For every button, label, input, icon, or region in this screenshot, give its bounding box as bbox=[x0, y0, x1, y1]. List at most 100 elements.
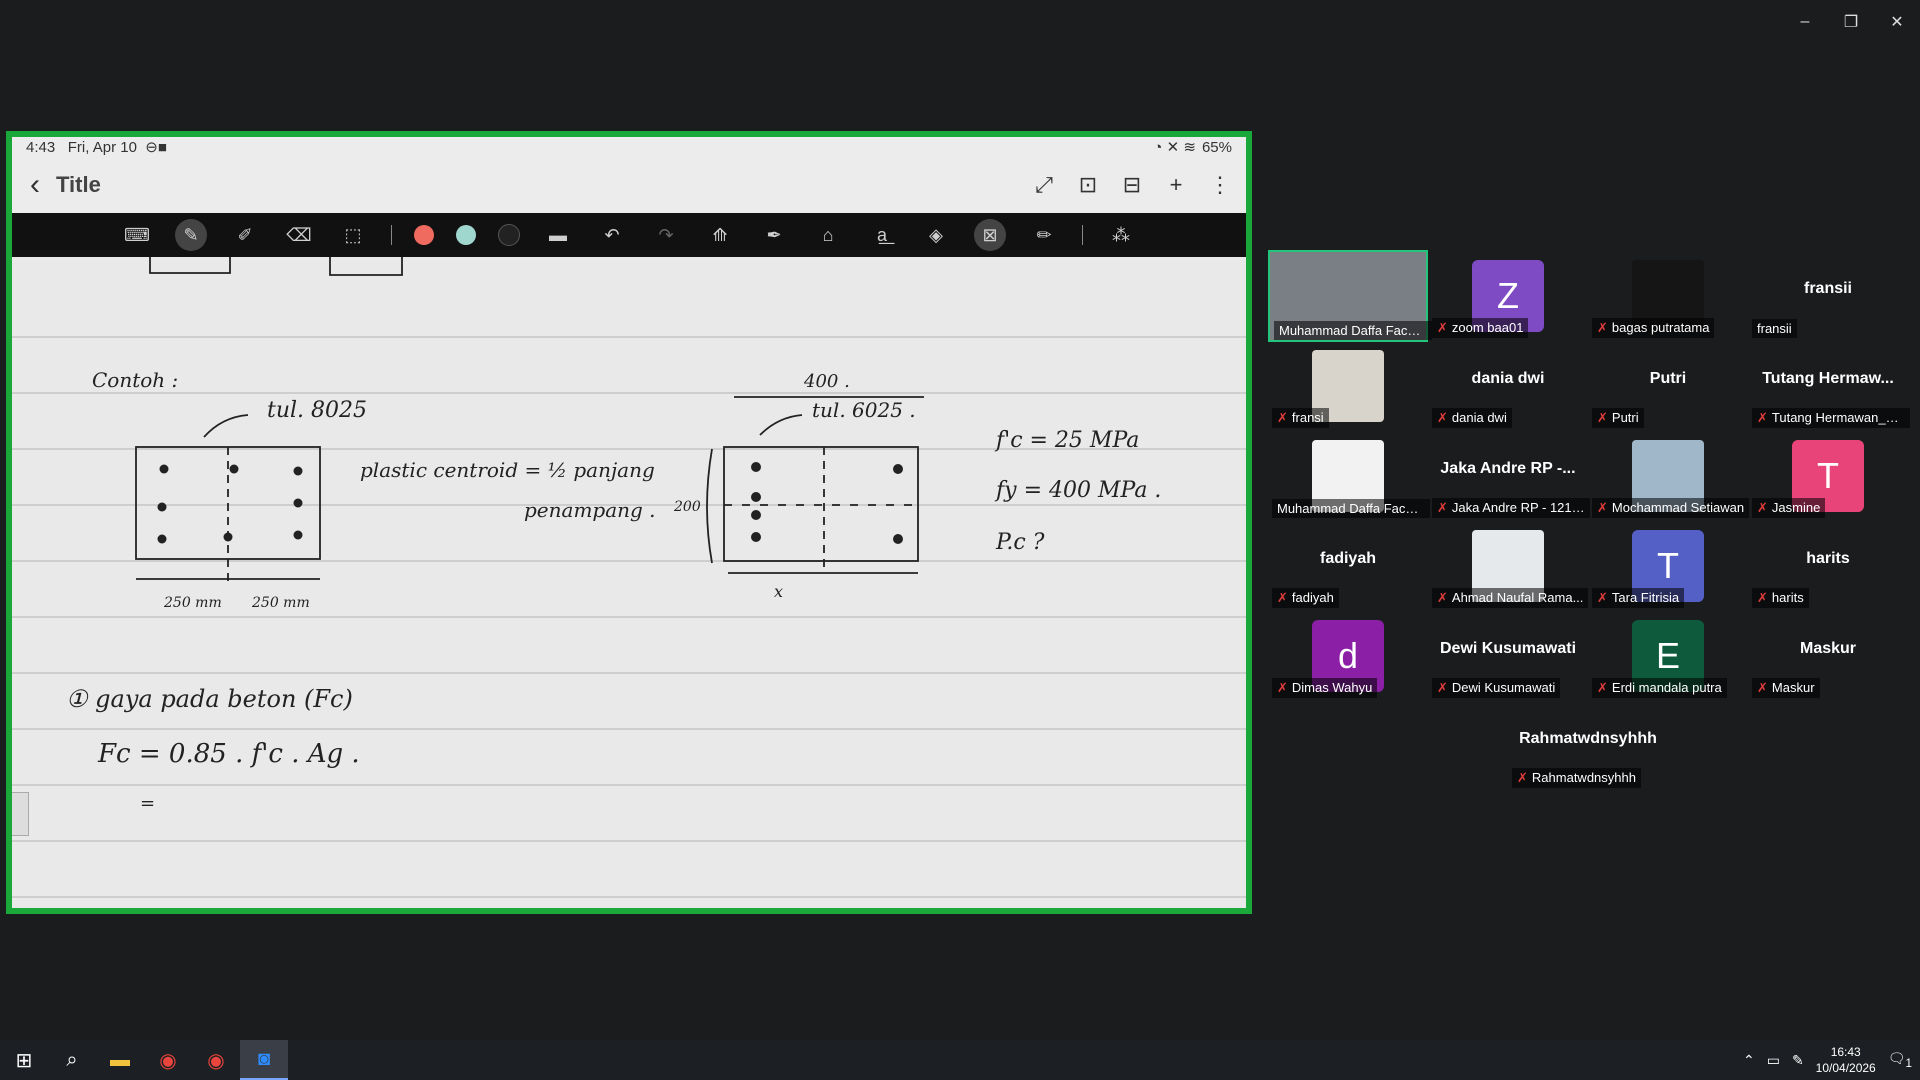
mic-muted-icon: ✗ bbox=[1597, 590, 1608, 605]
participant-tile[interactable]: Maskur ✗ Maskur bbox=[1748, 610, 1908, 698]
rebar-dot bbox=[157, 534, 167, 544]
expand-icon[interactable]: ⤢ bbox=[1032, 172, 1056, 198]
participant-tile[interactable]: T ✗ Tara Fitrisia bbox=[1588, 520, 1748, 608]
mic-muted-icon: ✗ bbox=[1597, 500, 1608, 515]
participant-tile[interactable]: dania dwi ✗ dania dwi bbox=[1428, 340, 1588, 428]
participant-name: Jaka Andre RP - 1212... bbox=[1451, 500, 1590, 515]
note-title[interactable]: Title bbox=[56, 172, 101, 198]
arrow bbox=[759, 414, 803, 436]
eraser-icon[interactable]: ⌫ bbox=[283, 219, 315, 251]
pen-icon[interactable]: ✎ bbox=[1792, 1052, 1804, 1069]
chrome-icon[interactable]: ◉ bbox=[144, 1040, 192, 1080]
participant-tile[interactable]: fadiyah ✗ fadiyah bbox=[1268, 520, 1428, 608]
note-equals: = bbox=[140, 793, 155, 814]
highlighter-icon[interactable]: ✐ bbox=[229, 219, 261, 251]
apps-icon[interactable]: ⁂ bbox=[1105, 219, 1137, 251]
clock[interactable]: 16:43 10/04/2026 bbox=[1816, 1044, 1876, 1076]
search-icon[interactable]: ⌕ bbox=[48, 1040, 96, 1080]
pen-color-black[interactable] bbox=[498, 224, 520, 246]
restore-button[interactable]: ❐ bbox=[1828, 8, 1874, 36]
chevron-up-icon[interactable]: ⌃ bbox=[1743, 1052, 1755, 1069]
note-titlebar: ‹ Title ⤢ ⊡ ⊟ + ⋮ bbox=[12, 157, 1246, 213]
participant-tile[interactable]: T ✗ Jasmine bbox=[1748, 430, 1908, 518]
participant-tile[interactable]: E ✗ Erdi mandala putra bbox=[1588, 610, 1748, 698]
participant-name-label: fransii bbox=[1752, 319, 1797, 338]
rebar-dot bbox=[893, 464, 903, 474]
network-icon[interactable]: ▭ bbox=[1767, 1052, 1780, 1069]
handwriting-svg: Contoh : tul. 8025 tul. 6025 . plastic c… bbox=[12, 257, 1246, 898]
text-icon[interactable]: a͟ bbox=[866, 219, 898, 251]
participant-tile[interactable]: Tutang Hermaw... ✗ Tutang Hermawan_TSI bbox=[1748, 340, 1910, 428]
note-penampang: penampang . bbox=[524, 498, 656, 522]
participant-name: Jasmine bbox=[1771, 500, 1821, 515]
pages-icon[interactable]: ⊡ bbox=[1076, 172, 1100, 198]
participant-name-label: ✗ Erdi mandala putra bbox=[1592, 678, 1727, 698]
selection-icon[interactable]: ⬚ bbox=[337, 219, 369, 251]
mic-muted-icon: ✗ bbox=[1437, 500, 1448, 515]
pen-color-teal[interactable] bbox=[456, 225, 476, 245]
template-icon[interactable]: ⊟ bbox=[1120, 172, 1144, 198]
participant-name-label: Muhammad Daffa Fachr... bbox=[1272, 499, 1430, 518]
participant-display-name: fransii bbox=[1803, 280, 1852, 297]
participant-name: harits bbox=[1771, 590, 1804, 605]
participant-tile[interactable]: ✗ Mochammad Setiawan bbox=[1588, 430, 1750, 518]
arrow bbox=[203, 414, 249, 438]
participant-tile[interactable]: d ✗ Dimas Wahyu bbox=[1268, 610, 1428, 698]
note-tul-2: tul. 6025 . bbox=[812, 398, 916, 422]
lasso-icon[interactable]: ⟰ bbox=[704, 219, 736, 251]
participant-tile[interactable]: Putri ✗ Putri bbox=[1588, 340, 1748, 428]
participant-tile[interactable]: Muhammad Daffa Fachr... bbox=[1268, 250, 1432, 342]
minimize-button[interactable]: – bbox=[1782, 8, 1828, 36]
add-icon[interactable]: + bbox=[1164, 172, 1188, 198]
participant-tile[interactable]: Jaka Andre RP -... ✗ Jaka Andre RP - 1212.… bbox=[1428, 430, 1590, 518]
marker-icon[interactable]: ✏ bbox=[1028, 219, 1060, 251]
participant-tile[interactable]: harits ✗ harits bbox=[1748, 520, 1908, 608]
close-button[interactable]: ✕ bbox=[1874, 8, 1920, 36]
mic-muted-icon: ✗ bbox=[1437, 320, 1448, 335]
pen-tool-icon[interactable]: ✒ bbox=[758, 219, 790, 251]
participant-display-name: harits bbox=[1806, 550, 1850, 567]
pen-color-red[interactable] bbox=[414, 225, 434, 245]
participant-display-name: Dewi Kusumawati bbox=[1439, 640, 1577, 657]
rebar-dot bbox=[751, 510, 761, 520]
windows-start-icon[interactable]: ⊞ bbox=[0, 1040, 48, 1080]
rebar-dot bbox=[229, 464, 239, 474]
notification-icon[interactable]: 🗨1 bbox=[1888, 1050, 1912, 1070]
participant-tile[interactable]: ✗ fransi bbox=[1268, 340, 1428, 428]
file-explorer-icon[interactable]: ▬ bbox=[96, 1040, 144, 1080]
participant-tile[interactable]: Rahmatwdnsyhhh ✗ Rahmatwdnsyhhh bbox=[1508, 700, 1668, 788]
mic-muted-icon: ✗ bbox=[1757, 680, 1768, 695]
battery-level: 65% bbox=[1201, 138, 1232, 156]
side-panel-tab[interactable] bbox=[12, 792, 29, 836]
participant-tile[interactable]: Z ✗ zoom baa01 bbox=[1428, 250, 1588, 338]
participant-name-label: ✗ harits bbox=[1752, 588, 1809, 608]
dimension-bracket bbox=[706, 448, 713, 564]
taskbar: ⊞ ⌕ ▬ ◉ ◉ ◙ ⌃ ▭ ✎ 16:43 10/04/2026 🗨1 bbox=[0, 1040, 1920, 1080]
note-canvas[interactable]: Contoh : tul. 8025 tul. 6025 . plastic c… bbox=[12, 257, 1246, 908]
undo-icon[interactable]: ↶ bbox=[596, 219, 628, 251]
participant-tile[interactable]: ✗ Ahmad Naufal Rama... bbox=[1428, 520, 1589, 608]
participant-tile[interactable]: fransii fransii bbox=[1748, 250, 1908, 338]
clock-time: 16:43 bbox=[1830, 1045, 1861, 1059]
participant-tile[interactable]: Dewi Kusumawati ✗ Dewi Kusumawati bbox=[1428, 610, 1588, 698]
chrome-profile-icon[interactable]: ◉ bbox=[192, 1040, 240, 1080]
shape-icon[interactable]: ⌂ bbox=[812, 219, 844, 251]
participant-name: Muhammad Daffa Fachr... bbox=[1277, 501, 1428, 516]
zoom-icon[interactable]: ◙ bbox=[240, 1040, 288, 1080]
system-tray: ⌃ ▭ ✎ 16:43 10/04/2026 🗨1 bbox=[1743, 1040, 1912, 1080]
keyboard-icon[interactable]: ⌨ bbox=[121, 219, 153, 251]
participant-name-label: ✗ fransi bbox=[1272, 408, 1329, 428]
note-height-200: 200 bbox=[673, 499, 701, 515]
stroke-width-icon[interactable]: ▬ bbox=[542, 219, 574, 251]
back-icon[interactable]: ‹ bbox=[30, 170, 40, 200]
lock-icon[interactable]: ⊠ bbox=[974, 219, 1006, 251]
participant-tile[interactable]: ✗ bagas putratama bbox=[1588, 250, 1748, 338]
fill-icon[interactable]: ◈ bbox=[920, 219, 952, 251]
status-date: Fri, Apr 10 bbox=[67, 139, 137, 156]
pen-icon[interactable]: ✎ bbox=[175, 219, 207, 251]
participant-tile[interactable]: Muhammad Daffa Fachr... bbox=[1268, 430, 1430, 518]
sketch-stroke bbox=[149, 257, 231, 274]
mic-muted-icon: ✗ bbox=[1437, 680, 1448, 695]
redo-icon[interactable]: ↷ bbox=[650, 219, 682, 251]
more-icon[interactable]: ⋮ bbox=[1208, 172, 1232, 198]
